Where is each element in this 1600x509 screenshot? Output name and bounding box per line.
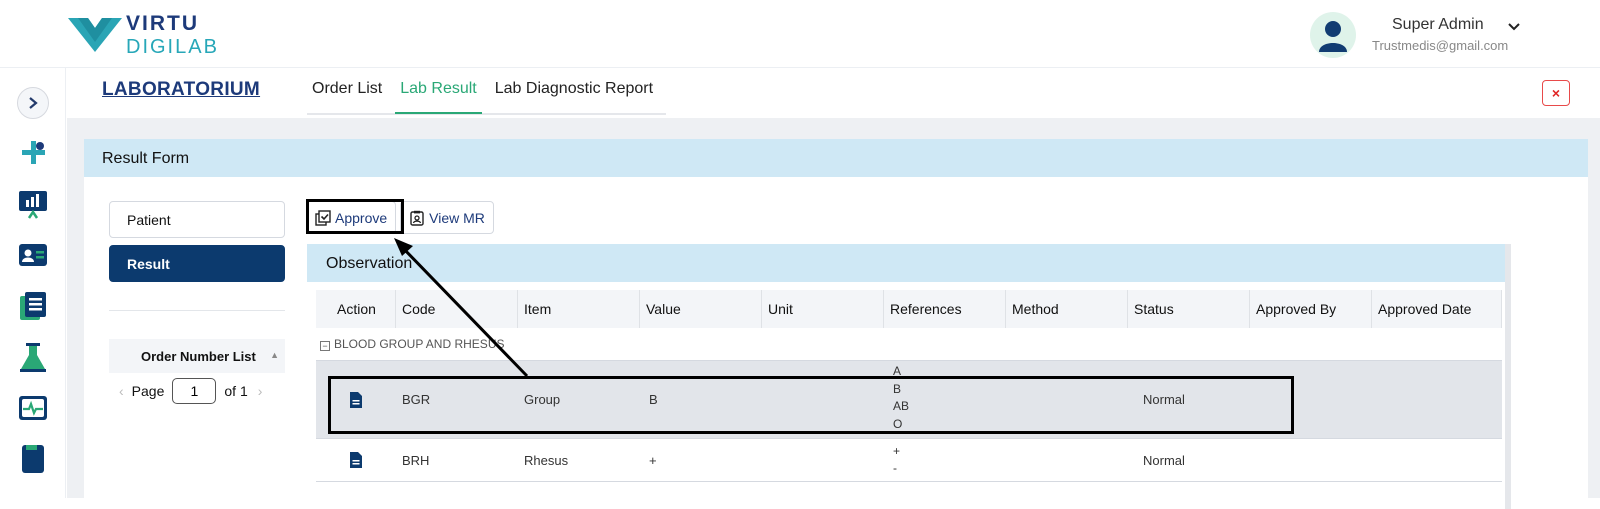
- brand-line1: VIRTU: [126, 12, 199, 35]
- col-status[interactable]: Status: [1128, 290, 1250, 328]
- nav-patient-button[interactable]: Patient: [109, 201, 285, 238]
- tab-lab-diagnostic-report[interactable]: Lab Diagnostic Report: [490, 68, 658, 114]
- row-approved-date: [1375, 361, 1495, 438]
- book-icon[interactable]: [17, 443, 49, 475]
- sidebar-expand-button[interactable]: [17, 87, 49, 119]
- row-unit: [765, 439, 887, 481]
- row-code: BGR: [402, 392, 431, 407]
- observation-title: Observation: [307, 244, 1505, 282]
- row-approved-by: [1253, 361, 1375, 438]
- top-bar: VIRTU DIGILAB Super Admin Trustmedis@gma…: [0, 0, 1600, 68]
- app-logo[interactable]: VIRTU DIGILAB: [68, 12, 228, 58]
- divider: [109, 310, 285, 311]
- nav-result-button[interactable]: Result: [109, 245, 285, 282]
- reference-value: B: [893, 381, 902, 396]
- row-method: [1009, 361, 1131, 438]
- page-of-label: of 1: [224, 383, 248, 399]
- reference-value: +: [893, 443, 901, 458]
- user-avatar-icon: [1319, 21, 1347, 52]
- main-content: LABORATORIUM Order List Lab Result Lab D…: [67, 68, 1600, 509]
- row-value: B: [649, 392, 658, 407]
- order-number-list-header[interactable]: Order Number List ▲: [109, 339, 285, 373]
- row-item: Group: [524, 392, 561, 407]
- col-item[interactable]: Item: [518, 290, 640, 328]
- flask-icon[interactable]: [17, 341, 49, 373]
- approve-button[interactable]: Approve: [306, 201, 397, 234]
- row-status: Normal: [1143, 452, 1185, 468]
- col-references[interactable]: References: [884, 290, 1006, 328]
- page-label: Page: [131, 383, 165, 399]
- col-unit[interactable]: Unit: [762, 290, 884, 328]
- module-header: LABORATORIUM Order List Lab Result Lab D…: [67, 68, 1600, 118]
- chevron-right-icon: [29, 97, 38, 109]
- row-method: [1009, 439, 1131, 481]
- approve-check-icon: [315, 209, 331, 226]
- table-header: Action Code Item Value Unit References M…: [316, 290, 1502, 328]
- row-references: + -: [887, 439, 1009, 481]
- medical-record-icon: [410, 210, 424, 226]
- result-actions: Approve View MR: [306, 201, 498, 234]
- group-label: BLOOD GROUP AND RHESUS: [334, 337, 505, 351]
- col-action[interactable]: Action: [316, 290, 396, 328]
- tab-order-list[interactable]: Order List: [307, 68, 387, 114]
- observation-table: Action Code Item Value Unit References M…: [316, 290, 1502, 482]
- document-list-icon[interactable]: [17, 290, 49, 322]
- col-approved-by[interactable]: Approved By: [1250, 290, 1372, 328]
- result-form-card: Result Form Patient Result Order Number …: [84, 139, 1588, 509]
- prev-page-icon[interactable]: ‹: [119, 383, 124, 399]
- module-tabs: Order List Lab Result Lab Diagnostic Rep…: [307, 68, 667, 115]
- col-approved-date[interactable]: Approved Date: [1372, 290, 1502, 328]
- monitor-chart-icon[interactable]: [17, 188, 49, 220]
- table-row[interactable]: BRH Rhesus + + - Normal: [316, 439, 1502, 482]
- approve-label: Approve: [335, 209, 388, 226]
- col-code[interactable]: Code: [396, 290, 518, 328]
- document-icon[interactable]: [349, 391, 363, 408]
- pager: ‹ Page of 1 ›: [109, 377, 285, 405]
- view-mr-button[interactable]: View MR: [400, 201, 494, 234]
- health-logo-icon[interactable]: [17, 137, 49, 169]
- row-references: A B AB O: [887, 361, 1009, 438]
- col-value[interactable]: Value: [640, 290, 762, 328]
- observation-panel: Observation Action Code Item Value Unit …: [307, 244, 1511, 509]
- logo-mark-icon: [68, 18, 122, 52]
- reference-value: A: [893, 364, 902, 378]
- tab-lab-result[interactable]: Lab Result: [395, 68, 482, 114]
- row-item: Rhesus: [524, 452, 569, 468]
- result-form-title: Result Form: [84, 139, 1588, 177]
- row-approved-date: [1375, 439, 1495, 481]
- user-name: Super Admin: [1392, 16, 1484, 33]
- order-number-list-title: Order Number List: [141, 349, 256, 364]
- reference-value: O: [893, 416, 903, 431]
- chevron-down-icon[interactable]: [1508, 22, 1520, 32]
- close-icon: ×: [1551, 85, 1561, 101]
- reference-value: AB: [893, 399, 910, 413]
- row-action-cell: [316, 439, 396, 481]
- id-card-icon[interactable]: [17, 239, 49, 271]
- user-menu[interactable]: Super Admin Trustmedis@gmail.com: [1310, 10, 1570, 58]
- avatar: [1310, 12, 1356, 58]
- page-number-input[interactable]: [172, 378, 217, 404]
- row-code: BRH: [402, 452, 430, 468]
- reference-value: -: [893, 461, 897, 475]
- group-row[interactable]: − BLOOD GROUP AND RHESUS: [316, 328, 1502, 361]
- row-approved-by: [1253, 439, 1375, 481]
- page-title: LABORATORIUM: [102, 79, 261, 100]
- col-method[interactable]: Method: [1006, 290, 1128, 328]
- row-status: Normal: [1143, 392, 1185, 407]
- close-button[interactable]: ×: [1542, 80, 1570, 106]
- sort-arrow-icon[interactable]: ▲: [270, 350, 279, 360]
- user-email: Trustmedis@gmail.com: [1372, 38, 1509, 53]
- table-row[interactable]: BGR Group B A B AB O Normal: [316, 361, 1502, 439]
- row-value: +: [649, 452, 657, 468]
- row-action-cell: [316, 361, 396, 438]
- form-side-nav: Patient Result Order Number List ▲ ‹ Pag…: [109, 201, 285, 405]
- collapse-icon[interactable]: −: [320, 341, 330, 351]
- heart-monitor-icon[interactable]: [17, 392, 49, 424]
- brand-line2: DIGILAB: [126, 36, 219, 58]
- document-icon[interactable]: [349, 452, 363, 468]
- row-unit: [765, 361, 887, 438]
- sidebar: [0, 68, 66, 498]
- next-page-icon[interactable]: ›: [258, 383, 263, 399]
- view-mr-label: View MR: [429, 209, 485, 226]
